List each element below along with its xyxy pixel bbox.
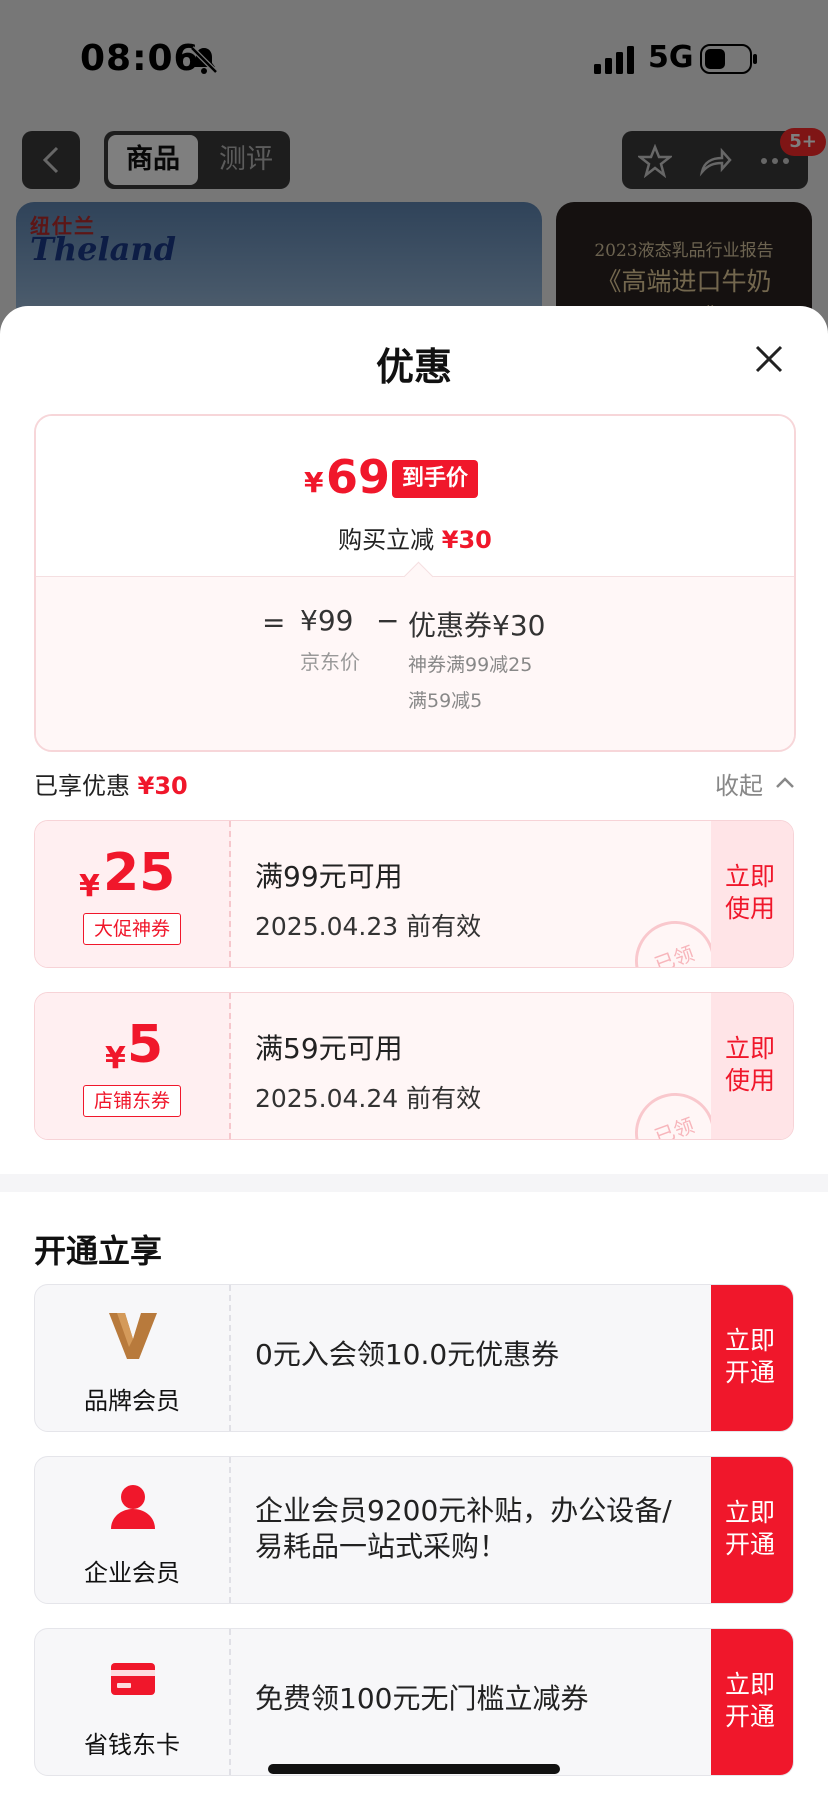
equals-sign: = — [262, 606, 286, 639]
reduce-amount: ¥30 — [441, 526, 492, 554]
coupon-amount: 5 — [127, 1015, 164, 1075]
reduce-line: 购买立减 ¥30 — [36, 520, 794, 555]
membership-name: 省钱东卡 — [84, 1731, 180, 1759]
coupon-condition: 满99元可用 — [255, 860, 403, 893]
open-membership-label: 立即开通 — [725, 1498, 776, 1559]
membership-icon-area: 企业会员 — [35, 1457, 231, 1603]
membership-name: 企业会员 — [84, 1559, 180, 1587]
coupon-detail: 神券满99减25 — [408, 654, 533, 676]
use-coupon-label: 立即使用 — [725, 862, 776, 923]
person-icon — [111, 1485, 155, 1529]
modal-overlay[interactable] — [0, 0, 828, 340]
coupon-currency: ¥ — [79, 869, 100, 904]
enjoyed-discount: 已享优惠 ¥30 — [34, 766, 188, 801]
membership-name: 品牌会员 — [84, 1387, 180, 1415]
jd-price-label: 京东价 — [300, 650, 360, 674]
jd-price: ¥99 — [300, 604, 354, 637]
membership-description: 企业会员9200元补贴，办公设备/易耗品一站式采购！ — [255, 1494, 672, 1563]
open-membership-label: 立即开通 — [725, 1670, 776, 1731]
membership-card: 企业会员 企业会员9200元补贴，办公设备/易耗品一站式采购！ 立即开通 — [34, 1456, 794, 1604]
coupon-kind: 店铺东券 — [83, 1085, 181, 1117]
coupon-card: ¥ 25 大促神券 满99元可用 2025.04.23 前有效 已领 立即使用 — [34, 820, 794, 968]
discount-sheet: 优惠 ¥ 69 到手价 购买立减 ¥30 = ¥99 京东价 − 优惠券¥30 … — [0, 306, 828, 1796]
sheet-title: 优惠 — [375, 345, 452, 389]
coupon-detail: 满59减5 — [408, 690, 483, 712]
chevron-up-icon[interactable] — [774, 772, 796, 794]
membership-section-title: 开通立享 — [34, 1232, 163, 1270]
use-coupon-button[interactable]: 立即使用 — [711, 821, 793, 967]
open-membership-label: 立即开通 — [725, 1326, 776, 1387]
enjoyed-label: 已享优惠 — [34, 772, 130, 800]
currency-symbol: ¥ — [304, 466, 324, 499]
use-coupon-label: 立即使用 — [725, 1034, 776, 1095]
coupon-condition: 满59元可用 — [255, 1032, 403, 1065]
home-indicator[interactable] — [268, 1764, 560, 1774]
membership-description: 免费领100元无门槛立减券 — [255, 1682, 589, 1715]
close-icon[interactable] — [752, 342, 786, 376]
coupon-amount-area: ¥ 25 大促神券 — [35, 821, 231, 967]
use-coupon-button[interactable]: 立即使用 — [711, 993, 793, 1139]
membership-card: 品牌会员 0元入会领10.0元优惠券 立即开通 — [34, 1284, 794, 1432]
membership-icon-area: 省钱东卡 — [35, 1629, 231, 1775]
open-membership-button[interactable]: 立即开通 — [711, 1457, 793, 1603]
membership-card: 省钱东卡 免费领100元无门槛立减券 立即开通 — [34, 1628, 794, 1776]
coupon-amount-area: ¥ 5 店铺东券 — [35, 993, 231, 1139]
price-summary-card: ¥ 69 到手价 购买立减 ¥30 = ¥99 京东价 − 优惠券¥30 神券满… — [34, 414, 796, 752]
section-divider — [0, 1174, 828, 1192]
membership-description: 0元入会领10.0元优惠券 — [255, 1338, 560, 1371]
coupon-amount: 25 — [103, 843, 176, 903]
final-price: 69 — [326, 450, 391, 504]
membership-icon-area: 品牌会员 — [35, 1285, 231, 1431]
final-price-tag: 到手价 — [392, 460, 479, 498]
open-membership-button[interactable]: 立即开通 — [711, 1285, 793, 1431]
coupon-kind: 大促神券 — [83, 913, 181, 945]
coupon-total: 优惠券¥30 — [408, 609, 546, 642]
price-top: ¥ 69 到手价 购买立减 ¥30 — [36, 416, 794, 576]
brand-v-icon — [109, 1313, 157, 1359]
open-membership-button[interactable]: 立即开通 — [711, 1629, 793, 1775]
card-icon — [111, 1663, 155, 1695]
collapse-button[interactable]: 收起 — [715, 766, 763, 801]
coupon-expiry: 2025.04.23 前有效 — [255, 912, 482, 941]
reduce-label: 购买立减 — [338, 526, 435, 554]
background-product-page: 08:06 5G 商品 测评 — [0, 0, 828, 352]
coupon-card: ¥ 5 店铺东券 满59元可用 2025.04.24 前有效 已领 立即使用 — [34, 992, 794, 1140]
coupon-expiry: 2025.04.24 前有效 — [255, 1084, 482, 1113]
enjoyed-amount: ¥30 — [137, 772, 188, 800]
minus-sign: − — [376, 604, 400, 637]
coupon-currency: ¥ — [105, 1041, 126, 1076]
